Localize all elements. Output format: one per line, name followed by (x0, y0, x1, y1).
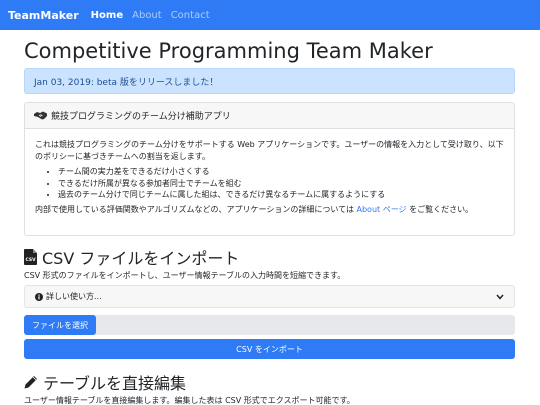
usage-toggle-left: 詳しい使い方... (35, 291, 102, 302)
csv-file-icon: CSV (24, 249, 37, 265)
navbar: TeamMaker Home About Contact (0, 0, 540, 30)
choose-file-button[interactable]: ファイルを選択 (24, 315, 96, 335)
edit-section-heading: テーブルを直接編集 (24, 371, 515, 393)
file-input[interactable]: ファイルを選択 (24, 315, 515, 335)
usage-toggle-label: 詳しい使い方... (46, 292, 102, 301)
release-alert: Jan 03, 2019: beta 版をリリースしました！ (24, 68, 515, 94)
svg-text:CSV: CSV (25, 257, 36, 263)
policy-item: 過去のチーム分けで同じチームに属した組は、できるだけ異なるチームに属するようにす… (58, 189, 504, 201)
alert-text: Jan 03, 2019: beta 版をリリースしました！ (34, 77, 219, 88)
csv-section-heading: CSV CSV ファイルをインポート (24, 246, 515, 268)
csv-section-title: CSV ファイルをインポート (42, 249, 240, 268)
policy-list: チーム間の実力差をできるだけ小さくする できるだけ所属が異なる参加者同士でチーム… (58, 166, 504, 201)
details-text-before: 内部で使用している評価関数やアルゴリズムなどの、アプリケーションの詳細については (35, 204, 357, 214)
edit-section-title: テーブルを直接編集 (43, 374, 187, 393)
edit-section-description: ユーザー情報テーブルを直接編集します。編集した表は CSV 形式でエクスポート可… (24, 396, 355, 405)
nav-link-about[interactable]: About (132, 10, 162, 21)
details-text-after: をご覧ください。 (406, 204, 474, 214)
info-card: 競技プログラミングのチーム分け補助アプリ これは競技プログラミングのチーム分けを… (24, 102, 515, 236)
info-card-body: これは競技プログラミングのチーム分けをサポートする Web アプリケーションです… (25, 129, 514, 216)
about-page-link[interactable]: About ページ (357, 205, 407, 214)
page-title: Competitive Programming Team Maker (24, 39, 433, 63)
info-circle-icon (35, 292, 43, 301)
csv-section-description: CSV 形式のファイルをインポートし、ユーザー情報テーブルの入力時間を短縮できま… (24, 271, 346, 280)
details-text: 内部で使用している評価関数やアルゴリズムなどの、アプリケーションの詳細については… (35, 204, 504, 216)
navbar-brand[interactable]: TeamMaker (8, 9, 79, 22)
intro-text: これは競技プログラミングのチーム分けをサポートする Web アプリケーションです… (35, 140, 504, 161)
pencil-icon (24, 376, 37, 389)
policy-item: チーム間の実力差をできるだけ小さくする (58, 166, 504, 178)
policy-item: できるだけ所属が異なる参加者同士でチームを組む (58, 178, 504, 190)
info-card-title: 競技プログラミングのチーム分け補助アプリ (51, 112, 231, 122)
main-container: Competitive Programming Team Maker Jan 0… (24, 30, 515, 405)
handshake-icon (34, 111, 47, 120)
import-csv-button[interactable]: CSV をインポート (24, 339, 515, 359)
info-card-header: 競技プログラミングのチーム分け補助アプリ (25, 103, 514, 129)
nav-link-contact[interactable]: Contact (171, 10, 210, 21)
chevron-down-icon (496, 294, 504, 300)
nav-link-home[interactable]: Home (91, 10, 123, 21)
usage-toggle[interactable]: 詳しい使い方... (24, 285, 515, 308)
